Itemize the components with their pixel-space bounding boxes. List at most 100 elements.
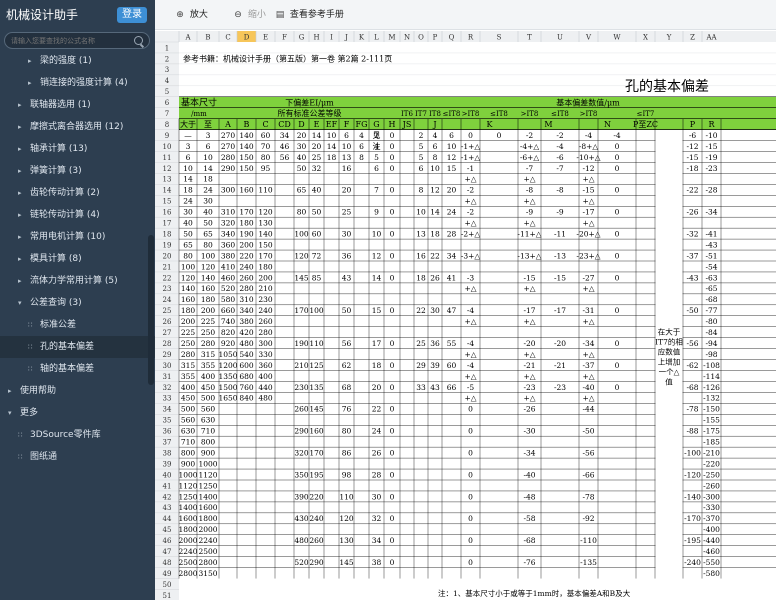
sidebar-scrollbar[interactable]: [148, 235, 154, 385]
table-title: 孔的基本偏差: [625, 78, 709, 95]
data-cell: -94: [705, 339, 717, 348]
data-cell: 50: [183, 229, 193, 238]
data-cell: 56: [342, 339, 352, 348]
data-cell: -330: [703, 503, 720, 512]
data-cell: 225: [181, 328, 196, 337]
data-cell: 60: [261, 131, 271, 140]
sidebar-item[interactable]: ▸ 链轮传动计算 (4): [0, 204, 155, 226]
data-cell: -100: [684, 448, 701, 457]
data-cell: 28: [372, 470, 382, 479]
main-area: ⊕ 放大 ⊖ 缩小 ▤ 查看参考手册 ABCDEFGHIJKLMNOPQRSTU…: [155, 0, 776, 600]
data-cell: 520: [221, 284, 236, 293]
data-cell: -6: [556, 153, 564, 162]
data-cell: +△: [523, 372, 535, 381]
data-cell: 22: [416, 306, 426, 315]
data-cell: 180: [201, 295, 216, 304]
sidebar-item-label: 流体力学常用计算 (5): [30, 276, 118, 286]
data-cell: -2: [467, 208, 475, 217]
data-cell: -4+△: [520, 142, 540, 151]
data-cell: 410: [221, 262, 236, 271]
grid-dots-icon: ∷: [28, 343, 33, 351]
data-cell: -1: [467, 164, 474, 173]
data-cell: 4: [433, 131, 438, 140]
data-cell: 120: [294, 251, 309, 260]
column-header: N: [404, 34, 410, 42]
data-cell: 350: [294, 470, 309, 479]
data-cell: 280: [181, 350, 196, 359]
search-icon[interactable]: [134, 36, 143, 45]
sidebar-item[interactable]: ▸ 常用电机计算 (10): [0, 226, 155, 248]
sidebar-item[interactable]: ▸ 弹簧计算 (3): [0, 160, 155, 182]
row-header: 15: [163, 198, 172, 206]
footnote: 注：1、基本尺寸小于或等于1mm时，基本偏差A和B及大: [438, 588, 631, 598]
sidebar-item[interactable]: ∷ 轴的基本偏差: [0, 358, 155, 380]
data-cell: 120: [201, 262, 216, 271]
data-cell: 39: [430, 361, 440, 370]
data-cell: +△: [464, 219, 476, 228]
grade-letter: N: [604, 120, 611, 129]
data-cell: -21: [523, 361, 535, 370]
login-button[interactable]: 登录: [117, 7, 147, 23]
sidebar-item[interactable]: ▸ 使用帮助: [0, 380, 155, 402]
zoom-in-button[interactable]: ⊕ 放大: [173, 7, 208, 20]
sidebar-item[interactable]: ▸ 梁的强度 (1): [0, 50, 155, 72]
data-cell: 2000: [198, 525, 217, 534]
sidebar-item[interactable]: ▾ 公差查询 (3): [0, 292, 155, 314]
data-cell: 18: [327, 153, 337, 162]
data-cell: -50: [582, 427, 594, 436]
data-cell: 36: [430, 339, 440, 348]
data-cell: -7: [556, 164, 564, 173]
reference-button[interactable]: ▤ 查看参考手册: [273, 7, 344, 20]
sidebar-item[interactable]: ▸ 摩擦式离合器选用 (12): [0, 116, 155, 138]
data-cell: 14: [203, 164, 213, 173]
search-input[interactable]: [11, 35, 129, 47]
data-cell: -8: [556, 186, 564, 195]
data-cell: 56: [280, 153, 290, 162]
data-cell: +△: [523, 197, 535, 206]
grade-header: IT6: [401, 110, 413, 118]
sidebar-item[interactable]: ∷ 孔的基本偏差: [0, 336, 155, 358]
sidebar-item-label: 链轮传动计算 (4): [30, 210, 100, 220]
sidebar-item[interactable]: ▸ 轴承计算 (13): [0, 138, 155, 160]
spreadsheet[interactable]: A B C D E F G H I J K L M N O P Q R S T U V W X Y Z AA 1 2 3 4 5 6 7 8 9 10 1…: [155, 31, 776, 600]
data-cell: -40: [523, 470, 535, 479]
data-cell: 210: [294, 361, 309, 370]
data-cell: -63: [705, 273, 717, 282]
zoom-out-button[interactable]: ⊖ 缩小: [231, 7, 266, 20]
sidebar-item[interactable]: ▸ 模具计算 (8): [0, 248, 155, 270]
data-cell: -43: [686, 273, 698, 282]
sidebar-item[interactable]: ▸ 齿轮传动计算 (2): [0, 182, 155, 204]
data-cell: 60: [447, 361, 457, 370]
row-header: 42: [163, 493, 172, 501]
data-cell: 14: [372, 273, 382, 282]
data-cell: 30: [183, 208, 193, 217]
data-cell: -1+△: [461, 153, 481, 162]
sidebar-item[interactable]: ▾ 更多: [0, 402, 155, 424]
data-cell: -34: [705, 208, 717, 217]
column-header: T: [527, 34, 532, 42]
data-cell: 600: [239, 361, 254, 370]
sidebar-item[interactable]: ∷ 标准公差: [0, 314, 155, 336]
data-cell: 140: [239, 131, 254, 140]
data-cell: 0: [468, 558, 473, 567]
data-cell: -8+△: [579, 142, 599, 151]
data-cell: 43: [430, 383, 440, 392]
sidebar-item[interactable]: ▸ 联轴器选用 (1): [0, 94, 155, 116]
data-cell: 300: [221, 186, 236, 195]
data-cell: 40: [183, 219, 193, 228]
grade-letter: J: [432, 120, 436, 129]
data-cell: 12: [430, 186, 440, 195]
row-header: 27: [163, 329, 172, 337]
sidebar-item[interactable]: ∷ 图纸通: [0, 446, 155, 468]
sidebar-item[interactable]: ▸ 销连接的强度计算 (4): [0, 72, 155, 94]
sidebar-item-label: 齿轮传动计算 (2): [30, 188, 100, 198]
sidebar-item[interactable]: ▸ 流体力学常用计算 (5): [0, 270, 155, 292]
header-lower-deviation: 下偏差EI/μm: [285, 97, 334, 107]
data-cell: -10: [705, 131, 717, 140]
data-cell: 0: [468, 514, 473, 523]
data-cell: 12: [447, 153, 457, 162]
row-header: 14: [163, 187, 172, 195]
data-cell: +△: [582, 175, 594, 184]
sidebar-item[interactable]: ∷ 3DSource零件库: [0, 424, 155, 446]
sidebar-item-label: 轴承计算 (13): [30, 144, 88, 154]
